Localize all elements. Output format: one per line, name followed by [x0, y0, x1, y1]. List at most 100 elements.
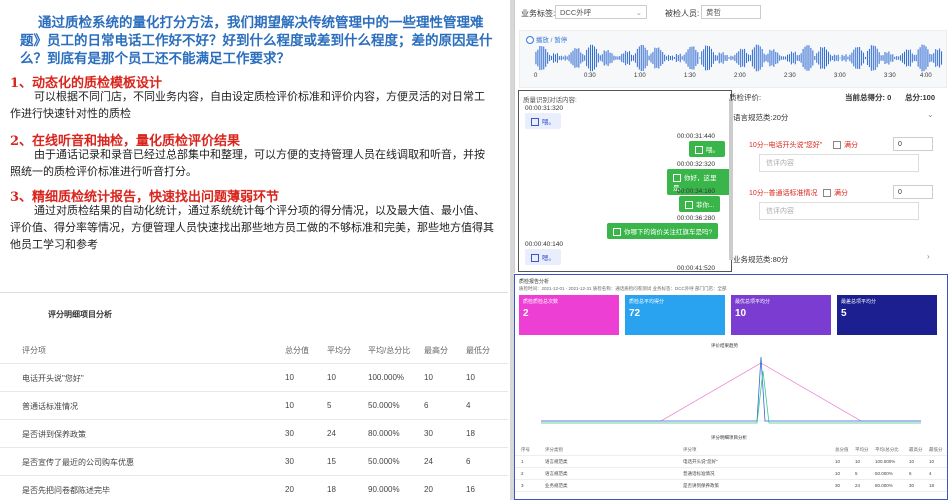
- cell: 10: [855, 459, 861, 464]
- score-value: 0: [898, 141, 902, 148]
- eval-label: 质检评价:: [729, 93, 762, 102]
- timeline-tick: 2:00: [734, 73, 746, 79]
- table-row: 是否讲到保养政策 30 24 80.000% 30 18: [0, 419, 508, 448]
- cell: 业务规范类: [545, 483, 568, 488]
- inspected-person-value: 黄哲: [706, 8, 721, 17]
- stat-card: 质检质检总次数 2: [519, 295, 619, 335]
- score-item-2: 10分--普通话标准情况: [749, 190, 818, 197]
- timeline-tick: 0: [534, 73, 538, 79]
- cell: 50.000%: [875, 471, 893, 476]
- table-row: 是否先把问卷都陈述完毕 20 18 90.000% 20 16: [0, 475, 508, 503]
- checkbox-icon: [695, 146, 703, 155]
- chat-timestamp: 00:00:32:320: [677, 161, 715, 168]
- trend-line-1: [541, 362, 921, 422]
- cell: 18: [929, 483, 935, 488]
- chevron-down-icon[interactable]: ⌄: [927, 110, 934, 119]
- col-header: 平均分: [327, 346, 351, 355]
- card-title: 质检总平均得分: [629, 299, 665, 305]
- inspected-person-field[interactable]: 黄哲: [701, 5, 761, 19]
- checkbox-icon[interactable]: [823, 189, 831, 198]
- full-mark-option-2[interactable]: 满分: [823, 188, 848, 198]
- cell: 30: [285, 429, 294, 438]
- tag-label: 业务标签:: [521, 9, 556, 18]
- chat-text: 嗯。: [542, 255, 555, 262]
- chat-timestamp: 00:00:40:140: [525, 241, 563, 248]
- section-body-1: 可以根据不同门店，不同业务内容，自由设定质检评价标准和评价内容，方便灵活的对日常…: [10, 90, 485, 120]
- chat-scrollbar[interactable]: [729, 100, 733, 260]
- cell: 6: [466, 457, 471, 466]
- timeline-tick: 3:00: [834, 73, 846, 79]
- stat-card: 最差总项平均分 5: [837, 295, 937, 335]
- col-header: 最高分: [909, 447, 923, 452]
- audio-player[interactable]: 播放 / 暂停 0 0:30 1:00 1:30 2:00 2:30 3:00 3:30 4:0…: [519, 30, 947, 88]
- cell: 是否讲到保养政策: [683, 483, 719, 488]
- col-header: 最低分: [929, 447, 943, 452]
- chat-text: 喂。: [706, 147, 719, 154]
- cell: 4: [929, 471, 932, 476]
- card-value: 72: [629, 308, 641, 319]
- card-value: 10: [735, 308, 747, 319]
- cell: 20: [424, 485, 433, 494]
- full-mark-option-1[interactable]: 满分: [833, 140, 858, 150]
- chat-transcript: 质量识别对话内容: 00:00:31:320 喂。 00:00:31:440 喂…: [518, 90, 732, 272]
- table-header-row: 评分项 总分值 平均分 平均/总分比 最高分 最低分: [0, 335, 508, 364]
- total-score: 总分:100: [905, 93, 936, 102]
- timeline-tick: 1:30: [684, 73, 696, 79]
- col-header: 平均/总分比: [368, 346, 411, 355]
- cell: 10: [424, 373, 433, 382]
- cell: 18: [327, 485, 336, 494]
- score-input-2[interactable]: 0: [893, 185, 933, 199]
- chat-text: 菲你...: [696, 202, 715, 209]
- comment-input-2[interactable]: 信评内容: [759, 202, 919, 220]
- quality-inspection-panel: 业务标签: DCC外呼 ⌄ 被检人员: 黄哲 播放 / 暂停 0 0:30 1:00…: [514, 0, 948, 273]
- cell: 10: [285, 373, 294, 382]
- card-title: 质检质检总次数: [523, 299, 559, 305]
- score-input-1[interactable]: 0: [893, 137, 933, 151]
- current-score: 当前总得分: 0: [845, 93, 892, 102]
- chat-timestamp: 00:00:41:520: [677, 265, 715, 272]
- checkbox-icon: [685, 201, 693, 210]
- checkbox-icon[interactable]: [833, 141, 841, 150]
- tag-select-value: DCC外呼: [560, 8, 592, 17]
- cell: 10: [835, 471, 841, 476]
- stat-card: 质检总平均得分 72: [625, 295, 725, 335]
- checkbox-icon: [613, 228, 621, 237]
- cell: 10: [327, 373, 336, 382]
- cell: 5: [327, 401, 332, 410]
- dash-table-row: 2 语言规范类 普通话标准情况 10 5 50.000% 6 4: [515, 469, 947, 480]
- cell: 15: [327, 457, 336, 466]
- table-row: 是否宣传了最近的公司购车优惠 30 15 50.000% 24 6: [0, 447, 508, 476]
- cell: 普通话标准情况: [683, 471, 715, 476]
- card-title: 最优总项平均分: [735, 299, 771, 305]
- dash-table-row: 3 业务规范类 是否讲到保养政策 30 24 80.000% 30 18: [515, 481, 947, 492]
- timeline: 0 0:30 1:00 1:30 2:00 2:30 3:00 3:30 4:00: [534, 73, 934, 83]
- col-header: 最低分: [466, 346, 490, 355]
- waveform: [535, 44, 943, 72]
- chat-bubble-left: 嗯。: [525, 249, 561, 266]
- chat-text: 喂。: [542, 119, 555, 126]
- score-table-panel: 评分明细项目分析 评分项 总分值 平均分 平均/总分比 最高分 最低分 电话开头…: [0, 292, 508, 501]
- chat-timestamp: 00:00:34:160: [677, 188, 715, 195]
- trend-chart: [541, 356, 921, 424]
- chevron-right-icon[interactable]: ›: [927, 252, 930, 261]
- intro-text: 通过质检系统的量化打分方法，我们期望解决传统管理中的一些理性管理难题》员工的日常…: [20, 15, 493, 66]
- section-language[interactable]: 语言规范类:20分: [733, 112, 788, 123]
- col-header: 总分值: [285, 346, 309, 355]
- chat-timestamp: 00:00:36:280: [677, 215, 715, 222]
- checkbox-icon: [531, 254, 539, 263]
- cell: 普通话标准情况: [22, 402, 78, 411]
- cell: 50.000%: [368, 457, 400, 466]
- col-header: 平均/总分比: [875, 447, 899, 452]
- tag-select[interactable]: DCC外呼 ⌄: [555, 5, 647, 19]
- chat-bubble-right: 你哪下的询价关注红旗车是吗?: [607, 223, 719, 240]
- cell: 6: [424, 401, 429, 410]
- table-row: 普通话标准情况 10 5 50.000% 6 4: [0, 391, 508, 420]
- cell: 是否讲到保养政策: [22, 430, 86, 439]
- cell: 30: [909, 483, 915, 488]
- cell: 30: [424, 429, 433, 438]
- chat-bubble-left: 喂。: [525, 113, 561, 130]
- section-business[interactable]: 业务规范类:80分: [733, 254, 788, 265]
- trend-line-3: [541, 370, 921, 424]
- cell: 10: [929, 459, 935, 464]
- comment-input-1[interactable]: 信评内容: [759, 154, 919, 172]
